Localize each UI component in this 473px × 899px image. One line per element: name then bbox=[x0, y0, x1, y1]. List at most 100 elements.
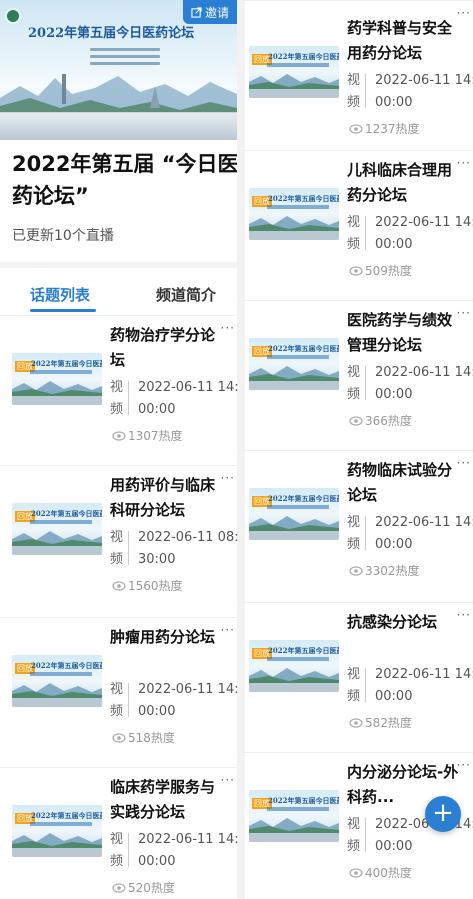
heat-count: 1237热度 bbox=[365, 122, 420, 136]
card-time: 2022-06-11 14: 00:00 bbox=[138, 380, 238, 417]
video-type-label: 视频 bbox=[347, 365, 361, 402]
thumbnail-landscape bbox=[249, 74, 339, 90]
meta-divider bbox=[128, 531, 129, 565]
thumbnail-landscape bbox=[249, 818, 339, 834]
meta-divider bbox=[128, 683, 129, 717]
video-thumbnail[interactable]: 回放 2022年第五届今日医药论坛 bbox=[249, 188, 339, 240]
channel-subtitle: 已更新10个直播 bbox=[12, 228, 114, 244]
video-type-label: 视频 bbox=[110, 380, 124, 417]
thumbnail-subtitle-bar bbox=[267, 657, 329, 661]
thumbnail-title: 2022年第五届今日医药论坛 bbox=[31, 359, 102, 368]
section-divider bbox=[0, 262, 237, 268]
video-card[interactable]: ··· 回放 2022年第五届今日医药论坛 药学科普与安全用药分论坛 视频 20… bbox=[237, 0, 473, 150]
thumbnail-landscape bbox=[249, 366, 339, 382]
heat-count: 518热度 bbox=[128, 731, 175, 745]
video-card[interactable]: ··· 回放 2022年第五届今日医药论坛 用药评价与临床科研分论坛 视频 20… bbox=[0, 465, 238, 615]
thumbnail-scroll bbox=[12, 546, 102, 555]
tab-topic-list[interactable]: 话题列表 bbox=[30, 284, 90, 305]
video-thumbnail[interactable]: 回放 2022年第五届今日医药论坛 bbox=[249, 488, 339, 540]
thumbnail-subtitle-bar bbox=[267, 505, 329, 509]
card-divider bbox=[0, 465, 237, 466]
meta-divider bbox=[365, 668, 366, 702]
eye-icon bbox=[112, 430, 126, 441]
thumbnail-landscape bbox=[249, 516, 339, 532]
video-thumbnail[interactable]: 回放 2022年第五届今日医药论坛 bbox=[249, 790, 339, 842]
video-thumbnail[interactable]: 回放 2022年第五届今日医药论坛 bbox=[249, 640, 339, 692]
video-thumbnail[interactable]: 回放 2022年第五届今日医药论坛 bbox=[12, 805, 102, 857]
card-title[interactable]: 药学科普与安全用药分论坛 bbox=[347, 16, 465, 66]
card-divider bbox=[237, 150, 473, 151]
heat-count: 366热度 bbox=[365, 414, 412, 428]
channel-title: 2022年第五届 “今日医药论坛” bbox=[12, 152, 239, 208]
card-title[interactable]: 肿瘤用药分论坛 bbox=[110, 625, 228, 650]
video-thumbnail[interactable]: 回放 2022年第五届今日医药论坛 bbox=[12, 655, 102, 707]
video-type-label: 视频 bbox=[347, 515, 361, 552]
card-title[interactable]: 药物临床试验分论坛 bbox=[347, 458, 465, 508]
video-thumbnail[interactable]: 回放 2022年第五届今日医药论坛 bbox=[249, 46, 339, 98]
video-card[interactable]: ··· 回放 2022年第五届今日医药论坛 临床药学服务与实践分论坛 视频 20… bbox=[0, 767, 238, 899]
card-heat: 582热度 bbox=[349, 714, 412, 731]
eye-icon bbox=[349, 265, 363, 276]
card-title[interactable]: 药物治疗学分论坛 bbox=[110, 323, 228, 373]
card-heat: 520热度 bbox=[112, 879, 175, 896]
heat-count: 509热度 bbox=[365, 264, 412, 278]
tab-bar: 话题列表 频道简介 bbox=[0, 280, 237, 314]
thumbnail-title: 2022年第五届今日医药论坛 bbox=[268, 194, 339, 203]
card-title[interactable]: 用药评价与临床科研分论坛 bbox=[110, 473, 228, 523]
thumbnail-scroll bbox=[12, 698, 102, 707]
video-card[interactable]: ··· 回放 2022年第五届今日医药论坛 肿瘤用药分论坛 视频 2022-06… bbox=[0, 617, 238, 767]
thumbnail-subtitle-bar bbox=[267, 355, 329, 359]
card-heat: 509热度 bbox=[349, 262, 412, 279]
channel-banner[interactable]: 2022年第五届今日医药论坛 邀请 bbox=[0, 0, 237, 140]
video-thumbnail[interactable]: 回放 2022年第五届今日医药论坛 bbox=[249, 338, 339, 390]
eye-icon bbox=[349, 717, 363, 728]
video-type-label: 视频 bbox=[347, 817, 361, 854]
thumbnail-title: 2022年第五届今日医药论坛 bbox=[31, 509, 102, 518]
thumbnail-subtitle-bar bbox=[30, 370, 92, 374]
card-title[interactable]: 临床药学服务与实践分论坛 bbox=[110, 775, 228, 825]
thumbnail-subtitle-bar bbox=[30, 672, 92, 676]
video-card[interactable]: ··· 回放 2022年第五届今日医药论坛 医院药学与绩效管理分论坛 视频 20… bbox=[237, 300, 473, 450]
card-time: 2022-06-11 14: 00:00 bbox=[138, 682, 238, 719]
video-card[interactable]: ··· 回放 2022年第五届今日医药论坛 抗感染分论坛 视频 2022-06-… bbox=[237, 602, 473, 752]
thumbnail-title: 2022年第五届今日医药论坛 bbox=[31, 811, 102, 820]
card-title[interactable]: 抗感染分论坛 bbox=[347, 610, 465, 635]
card-title[interactable]: 医院药学与绩效管理分论坛 bbox=[347, 308, 465, 358]
tab-channel-intro[interactable]: 频道简介 bbox=[156, 284, 216, 305]
banner-scroll bbox=[0, 112, 237, 140]
thumbnail-landscape bbox=[12, 683, 102, 699]
thumbnail-scroll bbox=[12, 848, 102, 857]
card-heat: 1237热度 bbox=[349, 120, 420, 137]
video-type-label: 视频 bbox=[347, 73, 361, 110]
eye-icon bbox=[349, 415, 363, 426]
thumbnail-scroll bbox=[249, 231, 339, 240]
thumbnail-landscape bbox=[249, 668, 339, 684]
video-card[interactable]: ··· 回放 2022年第五届今日医药论坛 药物临床试验分论坛 视频 2022-… bbox=[237, 450, 473, 600]
eye-icon bbox=[349, 867, 363, 878]
share-icon bbox=[191, 6, 202, 18]
card-time: 2022-06-11 08: 30:00 bbox=[138, 530, 238, 567]
video-type-label: 视频 bbox=[347, 215, 361, 252]
card-time: 2022-06-11 14: 00:00 bbox=[375, 215, 473, 252]
card-divider bbox=[0, 617, 237, 618]
video-thumbnail[interactable]: 回放 2022年第五届今日医药论坛 bbox=[12, 503, 102, 555]
thumbnail-scroll bbox=[249, 381, 339, 390]
invite-button[interactable]: 邀请 bbox=[183, 0, 237, 24]
video-card[interactable]: ··· 回放 2022年第五届今日医药论坛 儿科临床合理用药分论坛 视频 202… bbox=[237, 150, 473, 300]
thumbnail-title: 2022年第五届今日医药论坛 bbox=[268, 52, 339, 61]
video-type-label: 视频 bbox=[347, 667, 361, 704]
thumbnail-scroll bbox=[249, 531, 339, 540]
video-thumbnail[interactable]: 回放 2022年第五届今日医药论坛 bbox=[12, 353, 102, 405]
meta-divider bbox=[365, 74, 366, 108]
video-card[interactable]: ··· 回放 2022年第五届今日医药论坛 药物治疗学分论坛 视频 2022-0… bbox=[0, 315, 238, 465]
add-button[interactable]: + bbox=[425, 796, 461, 832]
thumbnail-subtitle-bar bbox=[30, 520, 92, 524]
card-title[interactable]: 儿科临床合理用药分论坛 bbox=[347, 158, 465, 208]
meta-divider bbox=[128, 381, 129, 415]
card-time: 2022-06-11 14: 00:00 bbox=[375, 365, 473, 402]
thumbnail-subtitle-bar bbox=[267, 807, 329, 811]
thumbnail-landscape bbox=[12, 531, 102, 547]
eye-icon bbox=[112, 580, 126, 591]
heat-count: 3302热度 bbox=[365, 564, 420, 578]
tab-active-indicator bbox=[30, 309, 96, 312]
